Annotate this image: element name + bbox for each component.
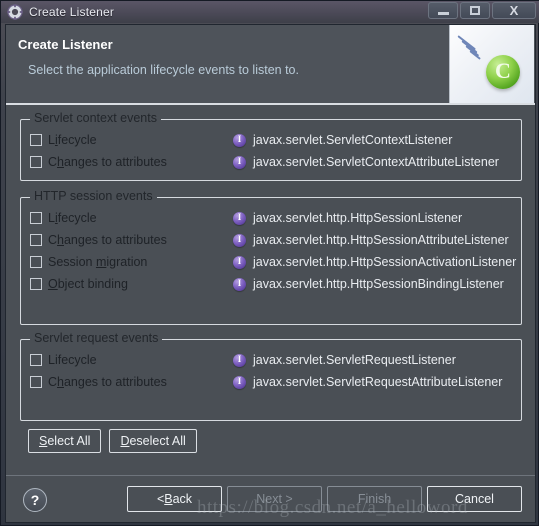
speed-lines-icon (457, 33, 492, 63)
checkbox-item[interactable]: Changes to attributes (30, 155, 167, 169)
interface-name: javax.servlet.http.HttpSessionListener (253, 211, 463, 225)
header-title: Create Listener (18, 37, 113, 52)
minimize-button[interactable] (428, 2, 458, 19)
java-interface-icon: I (233, 233, 246, 247)
dialog-header: Create Listener Select the application l… (6, 25, 535, 105)
close-button[interactable]: X (492, 2, 536, 19)
maximize-button[interactable] (460, 2, 490, 19)
close-icon: X (509, 3, 519, 18)
interface-name: javax.servlet.ServletContextAttributeLis… (253, 155, 499, 169)
checkbox-label: Session migration (48, 255, 148, 269)
interface-entry: Ijavax.servlet.ServletRequestAttributeLi… (233, 375, 502, 389)
java-interface-icon: I (233, 255, 246, 269)
checkbox-item[interactable]: Changes to attributes (30, 233, 167, 247)
interface-name: javax.servlet.ServletRequestListener (253, 353, 456, 367)
checkbox-label: Changes to attributes (48, 375, 167, 389)
interface-name: javax.servlet.ServletRequestAttributeLis… (253, 375, 503, 389)
header-subtitle: Select the application lifecycle events … (28, 63, 299, 77)
checkbox-icon[interactable] (30, 354, 42, 366)
interface-entry: Ijavax.servlet.ServletContextAttributeLi… (233, 155, 499, 169)
gear-icon (7, 4, 23, 20)
interface-entry: Ijavax.servlet.ServletContextListener (233, 133, 452, 147)
listener-row: Lifecycle Ijavax.servlet.ServletRequestLi… (21, 349, 521, 371)
checkbox-item[interactable]: Object binding (30, 277, 128, 291)
checkbox-icon[interactable] (30, 256, 42, 268)
interface-entry: Ijavax.servlet.http.HttpSessionBindingLi… (233, 277, 504, 291)
group-rows: Lifecycle Ijavax.servlet.ServletRequestLi… (21, 340, 521, 393)
selection-buttons: Select All Deselect All (28, 429, 197, 453)
create-listener-window: Create Listener X Create Listener Select… (0, 0, 539, 526)
interface-name: javax.servlet.ServletContextListener (253, 133, 453, 147)
listener-row: Session migration Ijavax.servlet.http.Htt… (21, 251, 521, 273)
listener-row: Changes to attributes Ijavax.servlet.Serv… (21, 371, 521, 393)
wizard-button-finish: Finish (327, 486, 422, 512)
wizard-button-back[interactable]: < Back (127, 486, 222, 512)
wizard-button-next: Next > (227, 486, 322, 512)
interface-entry: Ijavax.servlet.http.HttpSessionActivatio… (233, 255, 516, 269)
checkbox-icon[interactable] (30, 156, 42, 168)
window-title: Create Listener (29, 5, 115, 19)
checkbox-label: Changes to attributes (48, 155, 167, 169)
select-all-button-1[interactable]: Deselect All (109, 429, 197, 453)
java-interface-icon: I (233, 211, 246, 225)
checkbox-item[interactable]: Session migration (30, 255, 147, 269)
help-glyph: ? (30, 491, 40, 508)
checkbox-icon[interactable] (30, 212, 42, 224)
header-banner-image: C (449, 25, 534, 103)
wizard-button-cancel[interactable]: Cancel (427, 486, 522, 512)
green-c-logo-icon: C (486, 55, 520, 89)
listener-row: Changes to attributes Ijavax.servlet.http… (21, 229, 521, 251)
window-controls: X (428, 2, 536, 19)
checkbox-item[interactable]: Changes to attributes (30, 375, 167, 389)
listener-row: Lifecycle Ijavax.servlet.ServletContextLi… (21, 129, 521, 151)
checkbox-label: Changes to attributes (48, 233, 167, 247)
interface-name: javax.servlet.http.HttpSessionActivation… (253, 255, 517, 269)
checkbox-label: Lifecycle (48, 133, 97, 147)
java-interface-icon: I (233, 133, 246, 147)
java-interface-icon: I (233, 155, 246, 169)
dialog-content: Servlet context events Lifecycle Ijavax.se… (6, 107, 535, 475)
checkbox-item[interactable]: Lifecycle (30, 211, 97, 225)
dialog-footer: ? < Back Next > Finish Cancel (6, 475, 535, 522)
dialog-body: Create Listener Select the application l… (5, 24, 536, 523)
wizard-buttons: < Back Next > Finish Cancel (127, 486, 522, 512)
listener-row: Changes to attributes Ijavax.servlet.Serv… (21, 151, 521, 173)
group-box: HTTP session events Lifecycle Ijavax.servl… (20, 189, 522, 325)
checkbox-item[interactable]: Lifecycle (30, 353, 97, 367)
java-interface-icon: I (233, 277, 246, 291)
checkbox-label: Lifecycle (48, 211, 97, 225)
interface-entry: Ijavax.servlet.http.HttpSessionAttribute… (233, 233, 509, 247)
interface-entry: Ijavax.servlet.http.HttpSessionListener (233, 211, 462, 225)
checkbox-icon[interactable] (30, 134, 42, 146)
help-icon[interactable]: ? (23, 488, 47, 512)
group-box: Servlet context events Lifecycle Ijavax.se… (20, 111, 522, 181)
banner-letter: C (495, 58, 511, 83)
checkbox-item[interactable]: Lifecycle (30, 133, 97, 147)
group-box: Servlet request events Lifecycle Ijavax.se… (20, 331, 522, 421)
java-interface-icon: I (233, 353, 246, 367)
group-rows: Lifecycle Ijavax.servlet.ServletContextLi… (21, 120, 521, 173)
listener-row: Lifecycle Ijavax.servlet.http.HttpSession… (21, 207, 521, 229)
checkbox-icon[interactable] (30, 278, 42, 290)
checkbox-label: Object binding (48, 277, 128, 291)
group-rows: Lifecycle Ijavax.servlet.http.HttpSession… (21, 198, 521, 295)
checkbox-icon[interactable] (30, 234, 42, 246)
interface-name: javax.servlet.http.HttpSessionAttributeL… (253, 233, 509, 247)
java-interface-icon: I (233, 375, 246, 389)
select-all-button-0[interactable]: Select All (28, 429, 102, 453)
interface-entry: Ijavax.servlet.ServletRequestListener (233, 353, 456, 367)
window-titlebar: Create Listener X (1, 1, 539, 23)
listener-row: Object binding Ijavax.servlet.http.HttpSe… (21, 273, 521, 295)
checkbox-label: Lifecycle (48, 353, 97, 367)
checkbox-icon[interactable] (30, 376, 42, 388)
interface-name: javax.servlet.http.HttpSessionBindingLis… (253, 277, 504, 291)
